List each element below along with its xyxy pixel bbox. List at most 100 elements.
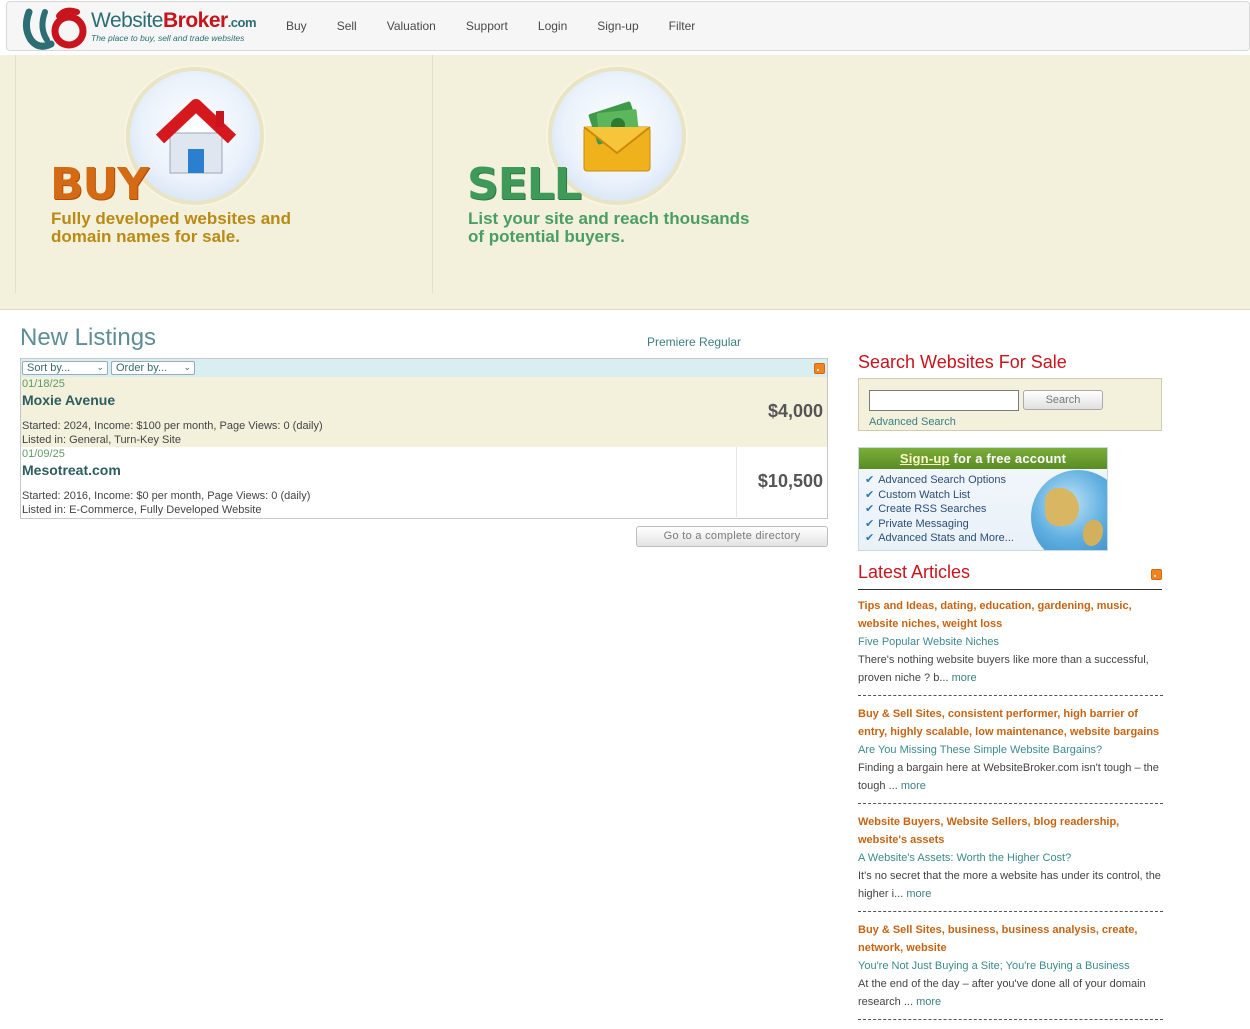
new-listings-title: New Listings xyxy=(20,324,157,351)
article-excerpt-text: There's nothing website buyers like more… xyxy=(858,654,1149,684)
sell-line-2: of potential buyers. xyxy=(468,227,625,246)
article-more-link[interactable]: more xyxy=(906,888,931,900)
article-tags[interactable]: Buy & Sell Sites, business, business ana… xyxy=(858,921,1163,957)
buy-line-2: domain names for sale. xyxy=(51,227,240,246)
sell-line-1: List your site and reach thousands xyxy=(468,209,750,228)
listings-table: Sort by... ⌄ Order by... ⌄ 01/18/25 Moxi… xyxy=(20,358,828,519)
checkmark-icon: ✔ xyxy=(865,517,875,530)
nav-signup[interactable]: Sign-up xyxy=(597,19,638,33)
listing-meta: Started: 2024, Income: $100 per month, P… xyxy=(22,420,323,432)
listing-title[interactable]: Mesotreat.com xyxy=(22,462,121,478)
article-tags[interactable]: Website Buyers, Website Sellers, blog re… xyxy=(858,813,1163,849)
logo-icon[interactable] xyxy=(21,6,91,50)
articles-title: Latest Articles xyxy=(858,562,971,582)
main-nav: Buy Sell Valuation Support Login Sign-up… xyxy=(271,2,710,50)
chevron-down-icon: ⌄ xyxy=(183,362,191,372)
listing-meta: Started: 2016, Income: $0 per month, Pag… xyxy=(22,490,311,502)
hero-sell-panel[interactable]: SELL List your site and reach thousands … xyxy=(432,55,848,293)
article-title[interactable]: You're Not Just Buying a Site; You're Bu… xyxy=(858,957,1163,975)
listing-price: $10,500 xyxy=(757,471,823,491)
feature-item: ✔ Create RSS Searches xyxy=(865,502,1107,517)
rss-icon[interactable] xyxy=(1151,569,1162,580)
tab-premiere[interactable]: Premiere xyxy=(647,335,696,349)
logo-part-broker: Broker xyxy=(162,9,228,32)
feature-label: Private Messaging xyxy=(878,517,969,530)
article-excerpt: Finding a bargain here at WebsiteBroker.… xyxy=(858,759,1163,795)
listing-row[interactable]: 01/18/25 Moxie Avenue Started: 2024, Inc… xyxy=(21,377,827,447)
feature-label: Create RSS Searches xyxy=(878,503,987,515)
article-title[interactable]: Five Popular Website Niches xyxy=(858,633,1163,651)
listings-toolbar: Sort by... ⌄ Order by... ⌄ xyxy=(21,359,827,377)
article-excerpt: At the end of the day – after you've don… xyxy=(858,975,1163,1011)
complete-directory-button[interactable]: Go to a complete directory xyxy=(636,526,828,547)
search-panel: Search Advanced Search xyxy=(858,378,1162,431)
signup-feature-list: ✔ Advanced Search Options ✔ Custom Watch L… xyxy=(865,473,1107,546)
hero-banner: BUY Fully developed websites and domain … xyxy=(0,55,1250,310)
article-excerpt-text: At the end of the day – after you've don… xyxy=(858,978,1146,1008)
listing-tabs: Premiere Regular xyxy=(647,335,741,349)
logo-tagline: The place to buy, sell and trade website… xyxy=(91,33,245,43)
checkmark-icon: ✔ xyxy=(865,474,875,486)
sell-heading: SELL xyxy=(467,159,582,210)
rss-icon[interactable] xyxy=(814,363,825,374)
article-item: Buy & Sell Sites, business, business ana… xyxy=(858,921,1163,1020)
article-title[interactable]: Are You Missing These Simple Website Bar… xyxy=(858,741,1163,759)
nav-buy[interactable]: Buy xyxy=(286,19,307,33)
article-tags[interactable]: Tips and Ideas, dating, education, garde… xyxy=(858,597,1163,633)
listing-row[interactable]: 01/09/25 Mesotreat.com Started: 2016, In… xyxy=(21,447,827,517)
signup-promo[interactable]: Sign-up for a free account ✔ Advanced Sea… xyxy=(858,447,1108,551)
house-icon xyxy=(155,99,237,174)
signup-header: Sign-up for a free account xyxy=(859,448,1107,469)
checkmark-icon: ✔ xyxy=(865,503,875,515)
buy-description: Fully developed websites and domain name… xyxy=(51,210,351,246)
articles-header: Latest Articles xyxy=(858,562,1162,590)
search-button[interactable]: Search xyxy=(1023,390,1103,410)
article-more-link[interactable]: more xyxy=(916,996,941,1008)
article-item: Buy & Sell Sites, consistent performer, … xyxy=(858,705,1163,804)
articles-list: Tips and Ideas, dating, education, garde… xyxy=(858,597,1163,1029)
article-tags[interactable]: Buy & Sell Sites, consistent performer, … xyxy=(858,705,1163,741)
listing-divider xyxy=(736,447,737,517)
order-by-label: Order by... xyxy=(116,362,168,374)
listing-title[interactable]: Moxie Avenue xyxy=(22,392,115,408)
signup-header-text: for a free account xyxy=(949,451,1067,466)
advanced-search-link[interactable]: Advanced Search xyxy=(869,416,956,428)
search-title: Search Websites For Sale xyxy=(858,352,1067,372)
feature-label: Advanced Search Options xyxy=(878,474,1007,486)
nav-filter[interactable]: Filter xyxy=(669,19,696,33)
listing-categories: Listed in: E-Commerce, Fully Developed W… xyxy=(22,504,262,516)
sort-by-label: Sort by... xyxy=(27,362,71,374)
article-title[interactable]: A Website's Assets: Worth the Higher Cos… xyxy=(858,849,1163,867)
checkmark-icon: ✔ xyxy=(865,488,875,501)
article-item: Tips and Ideas, dating, education, garde… xyxy=(858,597,1163,696)
tab-regular[interactable]: Regular xyxy=(699,335,741,349)
logo[interactable]: WebsiteBroker.com The place to buy, sell… xyxy=(91,9,257,44)
hero-buy-panel[interactable]: BUY Fully developed websites and domain … xyxy=(15,55,433,293)
listing-price: $4,000 xyxy=(767,401,823,421)
signup-link[interactable]: Sign-up xyxy=(900,451,950,466)
feature-label: Custom Watch List xyxy=(878,488,971,501)
order-by-select[interactable]: Order by... ⌄ xyxy=(111,361,195,375)
search-input[interactable] xyxy=(869,390,1019,411)
feature-item: ✔ Advanced Search Options xyxy=(865,473,1107,488)
logo-part-com: .com xyxy=(227,15,257,30)
logo-part-website: Website xyxy=(91,9,163,32)
listing-date: 01/09/25 xyxy=(22,448,65,460)
buy-heading: BUY xyxy=(50,159,149,210)
nav-sell[interactable]: Sell xyxy=(337,19,357,33)
feature-item: ✔ Advanced Stats and More... xyxy=(865,531,1107,546)
listing-categories: Listed in: General, Turn-Key Site xyxy=(22,434,181,446)
nav-valuation[interactable]: Valuation xyxy=(387,19,436,33)
article-item: Website Buyers, Website Sellers, blog re… xyxy=(858,813,1163,912)
sort-by-select[interactable]: Sort by... ⌄ xyxy=(22,361,108,375)
article-excerpt: It's no secret that the more a website h… xyxy=(858,867,1163,903)
nav-login[interactable]: Login xyxy=(538,19,567,33)
article-excerpt-text: It's no secret that the more a website h… xyxy=(858,870,1161,900)
article-more-link[interactable]: more xyxy=(901,780,926,792)
top-navbar: WebsiteBroker.com The place to buy, sell… xyxy=(6,1,1250,51)
article-excerpt: There's nothing website buyers like more… xyxy=(858,651,1163,687)
checkmark-icon: ✔ xyxy=(865,532,875,544)
article-more-link[interactable]: more xyxy=(952,672,977,684)
feature-item: ✔ Custom Watch List xyxy=(865,488,1107,503)
nav-support[interactable]: Support xyxy=(466,19,508,33)
